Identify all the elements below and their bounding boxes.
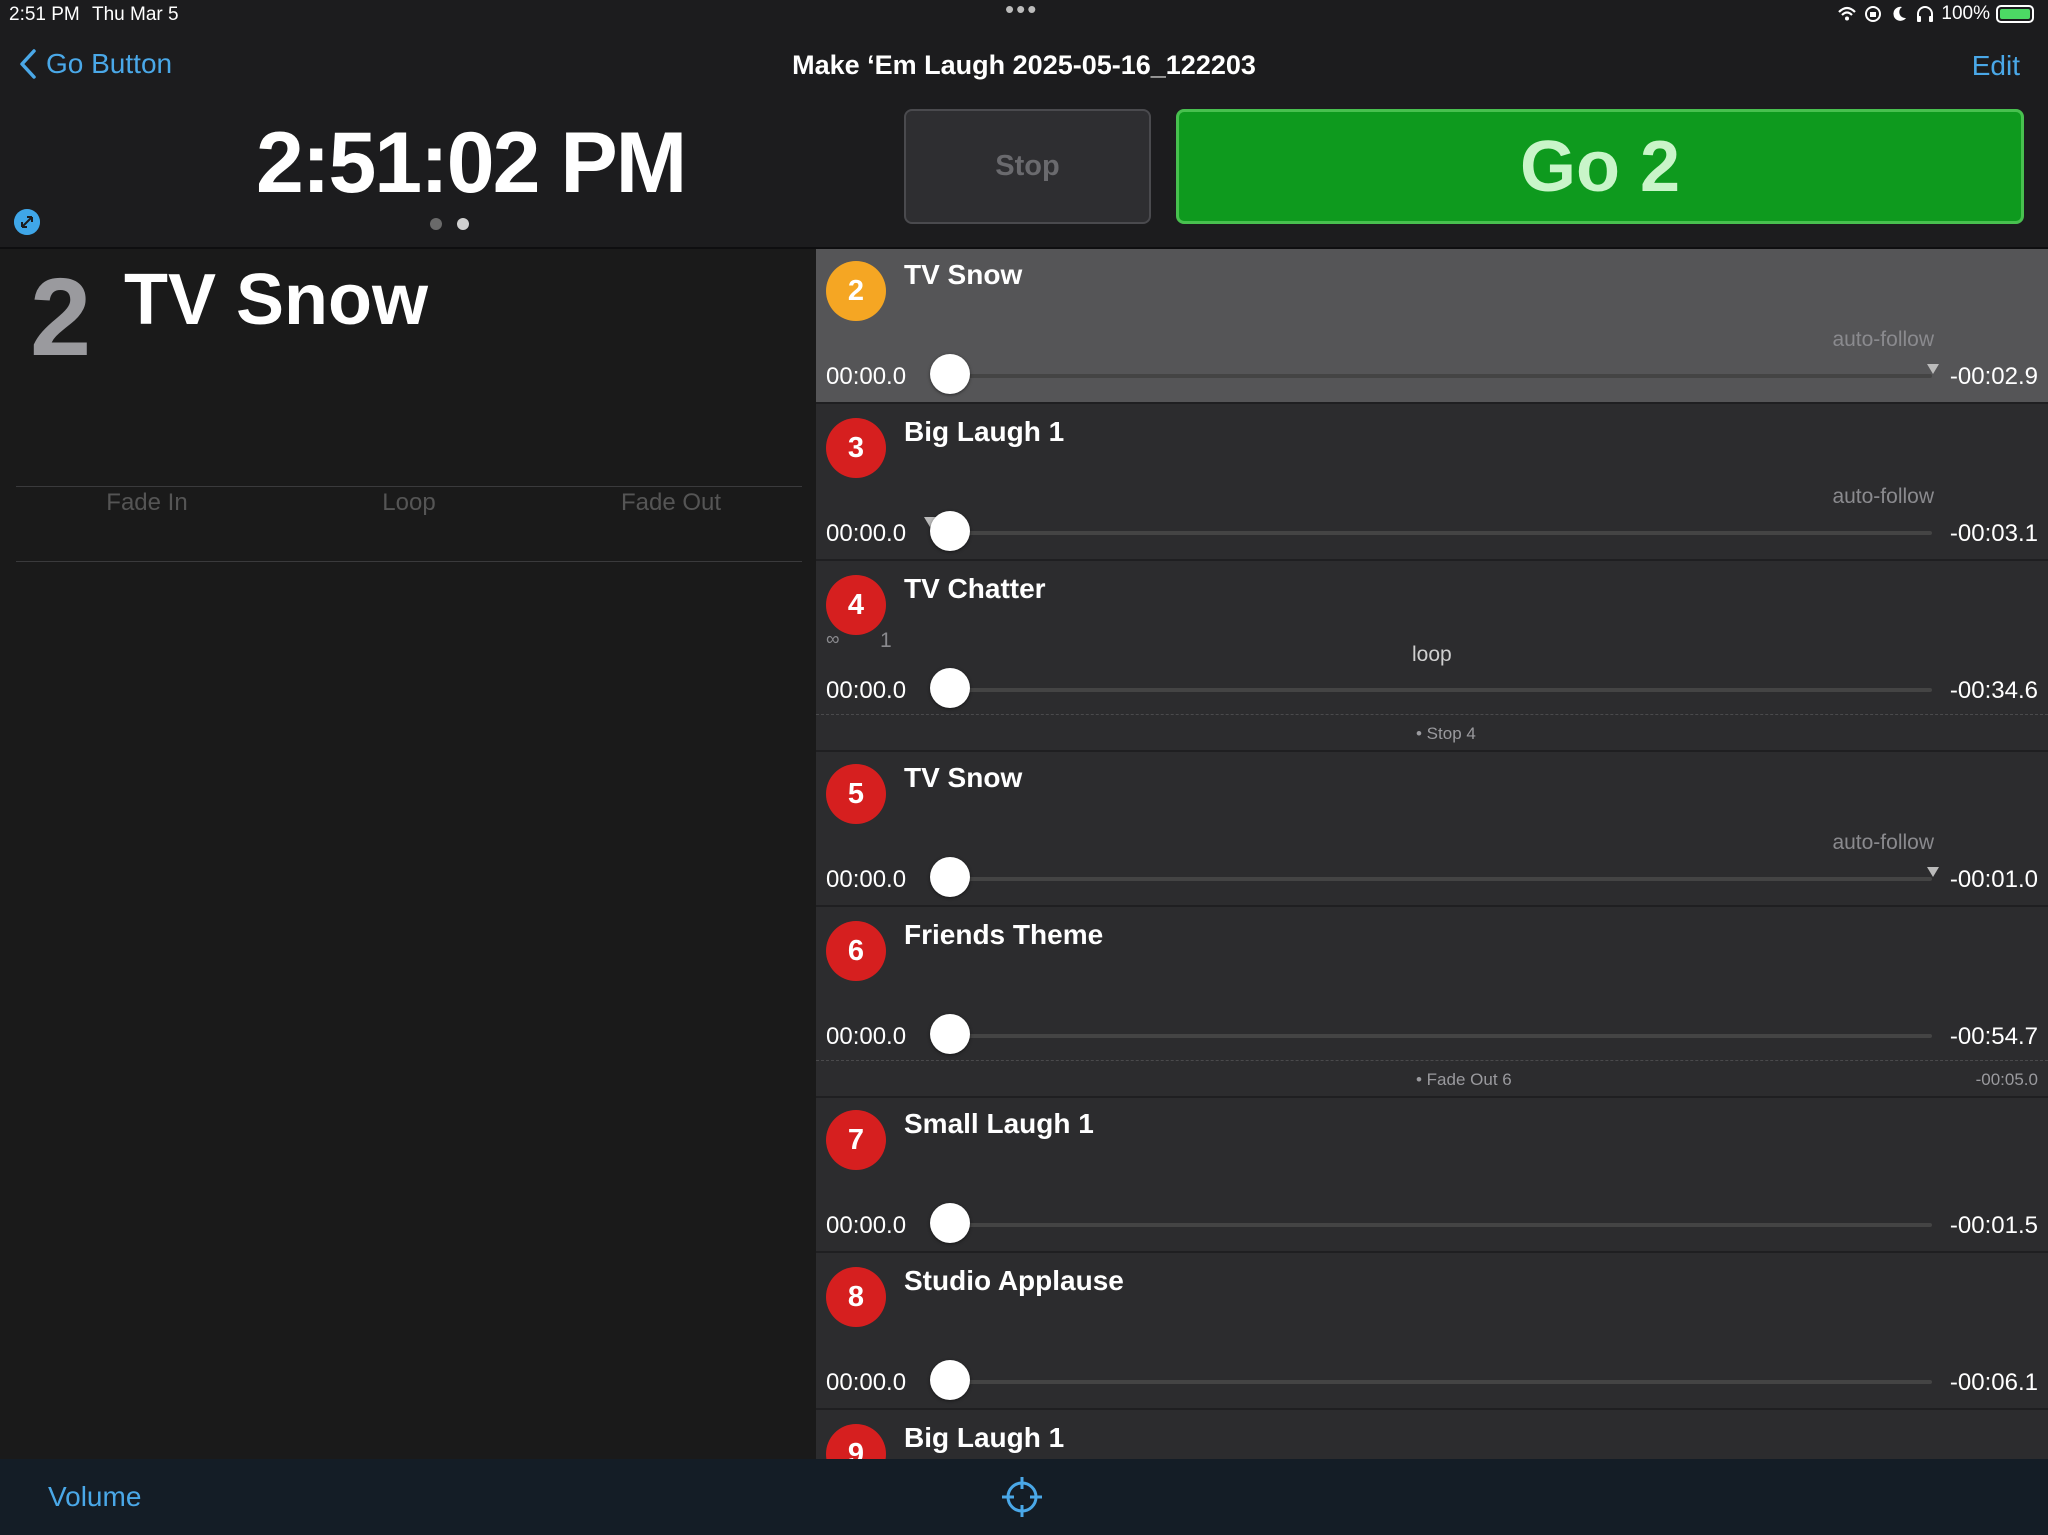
battery-icon bbox=[1996, 5, 2034, 23]
cue-elapsed: 00:00.0 bbox=[826, 677, 907, 704]
edit-button[interactable]: Edit bbox=[1972, 50, 2020, 82]
cue-row[interactable]: 4 TV Chatter ∞ 1 loop 00:00.0 -00:34.6 bbox=[816, 563, 2048, 714]
cue-number-badge: 7 bbox=[826, 1110, 886, 1170]
multitasking-dots-icon[interactable]: ••• bbox=[1005, 0, 1038, 25]
volume-button[interactable]: Volume bbox=[48, 1481, 141, 1513]
status-bar: 2:51 PM Thu Mar 5 ••• 100% bbox=[0, 0, 2048, 30]
wifi-icon bbox=[1838, 6, 1857, 21]
sub-cue-label: • Fade Out 6 bbox=[1416, 1070, 1512, 1089]
expand-icon[interactable] bbox=[14, 209, 40, 235]
status-time: 2:51 PM bbox=[9, 4, 80, 25]
headphones-icon bbox=[1917, 6, 1934, 22]
cue-list[interactable]: 2 TV Snow auto-follow 00:00.0 -00:02.9 3… bbox=[816, 249, 2048, 1459]
cue-row[interactable]: 8 Studio Applause 00:00.0 -00:06.1 bbox=[816, 1255, 2048, 1410]
cue-remaining: -00:06.1 bbox=[1949, 1369, 2038, 1396]
page-dot[interactable] bbox=[430, 218, 442, 230]
orientation-lock-icon bbox=[1865, 6, 1882, 22]
cue-remaining: -00:54.7 bbox=[1949, 1023, 2038, 1050]
cue-scrub-thumb[interactable] bbox=[930, 1203, 970, 1243]
battery-percent: 100% bbox=[1941, 3, 1990, 24]
fade-controls: Fade In Loop Fade Out bbox=[16, 486, 802, 562]
cue-number-badge: 4 bbox=[826, 575, 886, 635]
cue-progress-track[interactable] bbox=[944, 688, 1932, 692]
cue-scrub-thumb[interactable] bbox=[930, 511, 970, 551]
cue-number-badge: 9 bbox=[826, 1424, 886, 1459]
cue-name: Small Laugh 1 bbox=[904, 1108, 1094, 1139]
cue-progress-track[interactable] bbox=[944, 877, 1932, 881]
cue-scrub-thumb[interactable] bbox=[930, 668, 970, 708]
crosshair-icon[interactable] bbox=[1000, 1475, 1044, 1519]
cue-scrub-thumb[interactable] bbox=[930, 1014, 970, 1054]
loop-count: ∞ 1 bbox=[826, 629, 892, 652]
cue-progress-track[interactable] bbox=[944, 1223, 1932, 1227]
sub-cue-row[interactable]: • Fade Out 6 -00:05.0 bbox=[816, 1060, 2048, 1098]
status-icons: 100% bbox=[1837, 3, 2034, 25]
end-marker-icon bbox=[1927, 364, 1939, 374]
navigation-bar: Go Button Make ‘Em Laugh 2025-05-16_1222… bbox=[0, 40, 2048, 94]
cue-name: Friends Theme bbox=[904, 919, 1104, 950]
infinity-icon: ∞ bbox=[826, 629, 840, 650]
cue-name: Big Laugh 1 bbox=[904, 1422, 1065, 1453]
auto-follow-label: auto-follow bbox=[1832, 485, 1934, 508]
cue-row[interactable]: 5 TV Snow auto-follow 00:00.0 -00:01.0 bbox=[816, 752, 2048, 907]
fade-in-label[interactable]: Fade In bbox=[16, 487, 278, 561]
moon-icon bbox=[1893, 6, 1907, 21]
cue-remaining: -00:02.9 bbox=[1949, 363, 2038, 390]
cue-progress-track[interactable] bbox=[944, 531, 1932, 535]
cue-name: TV Chatter bbox=[904, 573, 1046, 604]
cue-number-badge: 3 bbox=[826, 418, 886, 478]
current-cue-name: TV Snow bbox=[124, 260, 428, 340]
cue-elapsed: 00:00.0 bbox=[826, 1023, 907, 1050]
cue-row[interactable]: 3 Big Laugh 1 auto-follow 00:00.0 -00:03… bbox=[816, 406, 2048, 561]
page-indicator[interactable] bbox=[430, 218, 469, 230]
page-dot-active[interactable] bbox=[457, 218, 469, 230]
sub-cue-time: -00:05.0 bbox=[1975, 1070, 2038, 1089]
end-marker-icon bbox=[1927, 867, 1939, 877]
cue-progress-track[interactable] bbox=[944, 374, 1932, 378]
loop-count-value: 1 bbox=[880, 629, 892, 652]
stop-button[interactable]: Stop bbox=[904, 109, 1151, 224]
sub-cue-row[interactable]: • Stop 4 bbox=[816, 714, 2048, 752]
cue-remaining: -00:01.0 bbox=[1949, 866, 2038, 893]
cue-remaining: -00:03.1 bbox=[1949, 520, 2038, 547]
cue-progress-track[interactable] bbox=[944, 1380, 1932, 1384]
auto-follow-label: auto-follow bbox=[1832, 328, 1934, 351]
cue-scrub-thumb[interactable] bbox=[930, 857, 970, 897]
cue-number-badge: 8 bbox=[826, 1267, 886, 1327]
auto-follow-label: auto-follow bbox=[1832, 831, 1934, 854]
bottom-toolbar: Volume bbox=[0, 1459, 2048, 1535]
status-date: Thu Mar 5 bbox=[92, 4, 179, 25]
cue-name: Big Laugh 1 bbox=[904, 416, 1065, 447]
go-button[interactable]: Go 2 bbox=[1176, 109, 2024, 224]
cue-remaining: -00:34.6 bbox=[1949, 677, 2038, 704]
cue-elapsed: 00:00.0 bbox=[826, 1212, 907, 1239]
cue-row[interactable]: 2 TV Snow auto-follow 00:00.0 -00:02.9 bbox=[816, 249, 2048, 404]
cue-elapsed: 00:00.0 bbox=[826, 363, 907, 390]
cue-progress-track[interactable] bbox=[944, 1034, 1932, 1038]
cue-elapsed: 00:00.0 bbox=[826, 866, 907, 893]
cue-row[interactable]: 7 Small Laugh 1 00:00.0 -00:01.5 bbox=[816, 1098, 2048, 1253]
cue-elapsed: 00:00.0 bbox=[826, 1369, 907, 1396]
sub-cue-label: • Stop 4 bbox=[1416, 724, 1476, 743]
current-cue-panel: 2 TV Snow Fade In Loop Fade Out bbox=[0, 249, 816, 1459]
cue-name: Studio Applause bbox=[904, 1265, 1124, 1296]
cue-number-badge: 5 bbox=[826, 764, 886, 824]
loop-label: loop bbox=[1412, 643, 1452, 666]
fade-out-label[interactable]: Fade Out bbox=[540, 487, 802, 561]
cue-number-badge: 2 bbox=[826, 261, 886, 321]
cue-name: TV Snow bbox=[904, 259, 1023, 290]
cue-scrub-thumb[interactable] bbox=[930, 354, 970, 394]
cue-elapsed: 00:00.0 bbox=[826, 520, 907, 547]
cue-row[interactable]: 9 Big Laugh 1 bbox=[816, 1412, 2048, 1459]
cue-name: TV Snow bbox=[904, 762, 1023, 793]
cue-row[interactable]: 6 Friends Theme 00:00.0 -00:54.7 bbox=[816, 909, 2048, 1060]
cue-scrub-thumb[interactable] bbox=[930, 1360, 970, 1400]
cue-number-badge: 6 bbox=[826, 921, 886, 981]
loop-label[interactable]: Loop bbox=[278, 487, 540, 561]
wall-clock: 2:51:02 PM bbox=[256, 115, 687, 211]
current-cue-number: 2 bbox=[30, 256, 92, 379]
workspace-title: Make ‘Em Laugh 2025-05-16_122203 bbox=[792, 50, 1256, 80]
cue-remaining: -00:01.5 bbox=[1949, 1212, 2038, 1239]
